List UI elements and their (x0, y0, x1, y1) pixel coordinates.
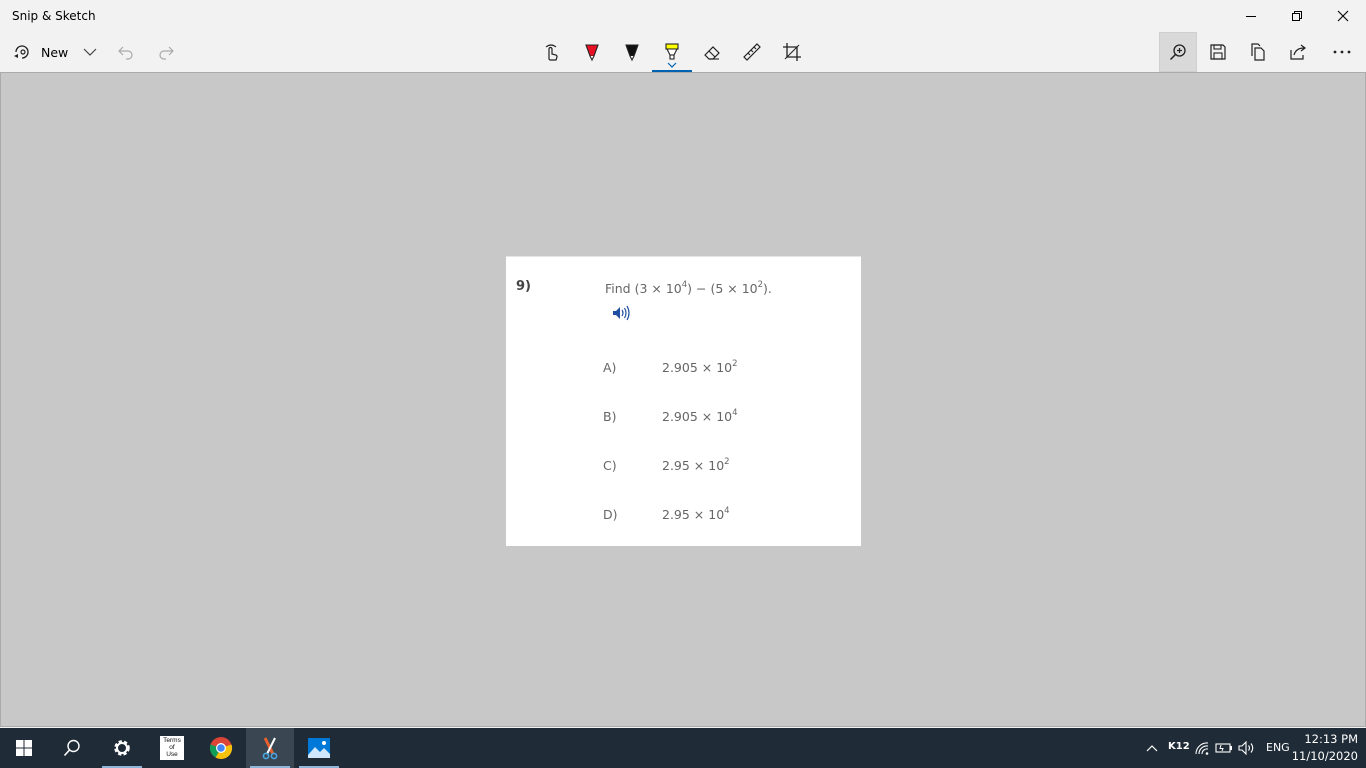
save-button[interactable] (1198, 32, 1238, 72)
crop-icon (783, 43, 801, 61)
new-label: New (41, 44, 69, 60)
option-value-b: 2.905 × 104 (662, 409, 738, 424)
option-letter-a: A) (603, 360, 617, 375)
question-prompt: Find (3 × 104) − (5 × 102). (605, 281, 772, 296)
battery-icon (1215, 743, 1232, 753)
prompt-part: ). (763, 281, 772, 296)
ballpoint-pen-button[interactable] (572, 32, 612, 72)
highlighter-icon (665, 43, 679, 60)
close-icon (1337, 10, 1349, 22)
network-button[interactable] (1192, 728, 1212, 768)
copy-icon (1251, 43, 1265, 61)
share-button[interactable] (1278, 32, 1318, 72)
touch-writing-icon (545, 44, 558, 61)
volume-icon (1238, 741, 1254, 755)
touch-writing-button[interactable] (532, 32, 572, 72)
zoom-button[interactable] (1159, 32, 1197, 72)
snip-image[interactable]: 9) Find (3 × 104) − (5 × 102). A) 2.905 … (506, 256, 861, 546)
window-title: Snip & Sketch (12, 9, 96, 23)
option-value-a: 2.905 × 102 (662, 360, 738, 375)
option-exponent: 2 (724, 457, 730, 467)
taskbar: Terms of Use K12 ENG 12:13 PM 11/10/2020 (0, 728, 1366, 768)
chevron-down-icon (83, 48, 97, 56)
settings-taskbar-button[interactable] (98, 728, 146, 768)
new-snip-button[interactable]: New (12, 32, 68, 72)
restore-icon (1292, 11, 1302, 21)
clock-date: 11/10/2020 (1291, 749, 1358, 763)
prompt-part: ) − (5 × 10 (687, 281, 758, 296)
undo-icon (118, 46, 133, 60)
undo-button[interactable] (112, 32, 140, 72)
option-mantissa: 2.905 × 10 (662, 360, 733, 375)
close-button[interactable] (1320, 0, 1366, 32)
restore-button[interactable] (1274, 0, 1320, 32)
eraser-icon (704, 46, 720, 60)
option-exponent: 2 (732, 359, 738, 369)
option-letter-b: B) (603, 409, 617, 424)
redo-button[interactable] (152, 32, 180, 72)
share-icon (1290, 44, 1306, 60)
terms-of-use-taskbar-button[interactable]: Terms of Use (148, 728, 196, 768)
question-number: 9) (516, 279, 531, 294)
photos-icon (308, 738, 330, 758)
new-snip-icon (14, 45, 29, 59)
more-icon (1333, 50, 1351, 54)
terms-label: of (169, 744, 175, 751)
save-icon (1210, 44, 1226, 60)
crop-button[interactable] (772, 32, 812, 72)
settings-icon (114, 740, 130, 756)
wifi-icon (1195, 742, 1209, 755)
option-mantissa: 2.95 × 10 (662, 507, 725, 522)
speaker-icon[interactable] (612, 305, 632, 321)
more-button[interactable] (1322, 32, 1362, 72)
chevron-up-icon (1146, 745, 1158, 752)
redo-icon (159, 46, 174, 60)
chrome-taskbar-button[interactable] (197, 728, 245, 768)
eraser-button[interactable] (692, 32, 732, 72)
terms-label: Use (166, 751, 178, 758)
option-value-c: 2.95 × 102 (662, 458, 730, 473)
prompt-part: Find (3 × 10 (605, 281, 682, 296)
option-value-d: 2.95 × 104 (662, 507, 730, 522)
pencil-button[interactable] (612, 32, 652, 72)
zoom-icon (1169, 44, 1186, 61)
snip-sketch-icon (262, 737, 278, 760)
toolbar: New (0, 32, 1366, 72)
pencil-icon (625, 44, 639, 62)
option-letter-c: C) (603, 458, 617, 473)
chevron-down-icon (667, 62, 677, 68)
copy-button[interactable] (1238, 32, 1278, 72)
minimize-icon (1246, 16, 1256, 17)
title-bar: Snip & Sketch (0, 0, 1366, 32)
language-indicator[interactable]: ENG (1266, 741, 1290, 754)
battery-button[interactable] (1214, 728, 1234, 768)
ruler-icon (743, 43, 761, 61)
ruler-button[interactable] (732, 32, 772, 72)
highlighter-button[interactable] (652, 32, 692, 72)
snip-sketch-taskbar-button[interactable] (246, 728, 294, 768)
option-letter-d: D) (603, 507, 618, 522)
canvas-background: 9) Find (3 × 104) − (5 × 102). A) 2.905 … (1, 73, 1365, 726)
k12-tray-label[interactable]: K12 (1168, 741, 1190, 752)
new-dropdown-button[interactable] (80, 32, 100, 72)
ballpoint-pen-icon (585, 44, 599, 62)
photos-taskbar-button[interactable] (295, 728, 343, 768)
terms-label: Terms (163, 737, 181, 744)
option-mantissa: 2.905 × 10 (662, 409, 733, 424)
minimize-button[interactable] (1228, 0, 1274, 32)
start-button[interactable] (0, 728, 48, 768)
canvas-area[interactable]: 9) Find (3 × 104) − (5 × 102). A) 2.905 … (0, 72, 1366, 727)
search-icon (63, 739, 80, 757)
option-mantissa: 2.95 × 10 (662, 458, 725, 473)
option-exponent: 4 (732, 408, 738, 418)
chrome-icon (209, 737, 233, 760)
show-hidden-icons-button[interactable] (1142, 728, 1162, 768)
terms-of-use-icon: Terms of Use (160, 736, 184, 760)
start-icon (16, 740, 32, 756)
clock[interactable]: 12:13 PM 11/10/2020 (1292, 731, 1358, 765)
option-exponent: 4 (724, 506, 730, 516)
search-button[interactable] (48, 728, 96, 768)
clock-time: 12:13 PM (1304, 732, 1358, 746)
volume-button[interactable] (1237, 728, 1257, 768)
